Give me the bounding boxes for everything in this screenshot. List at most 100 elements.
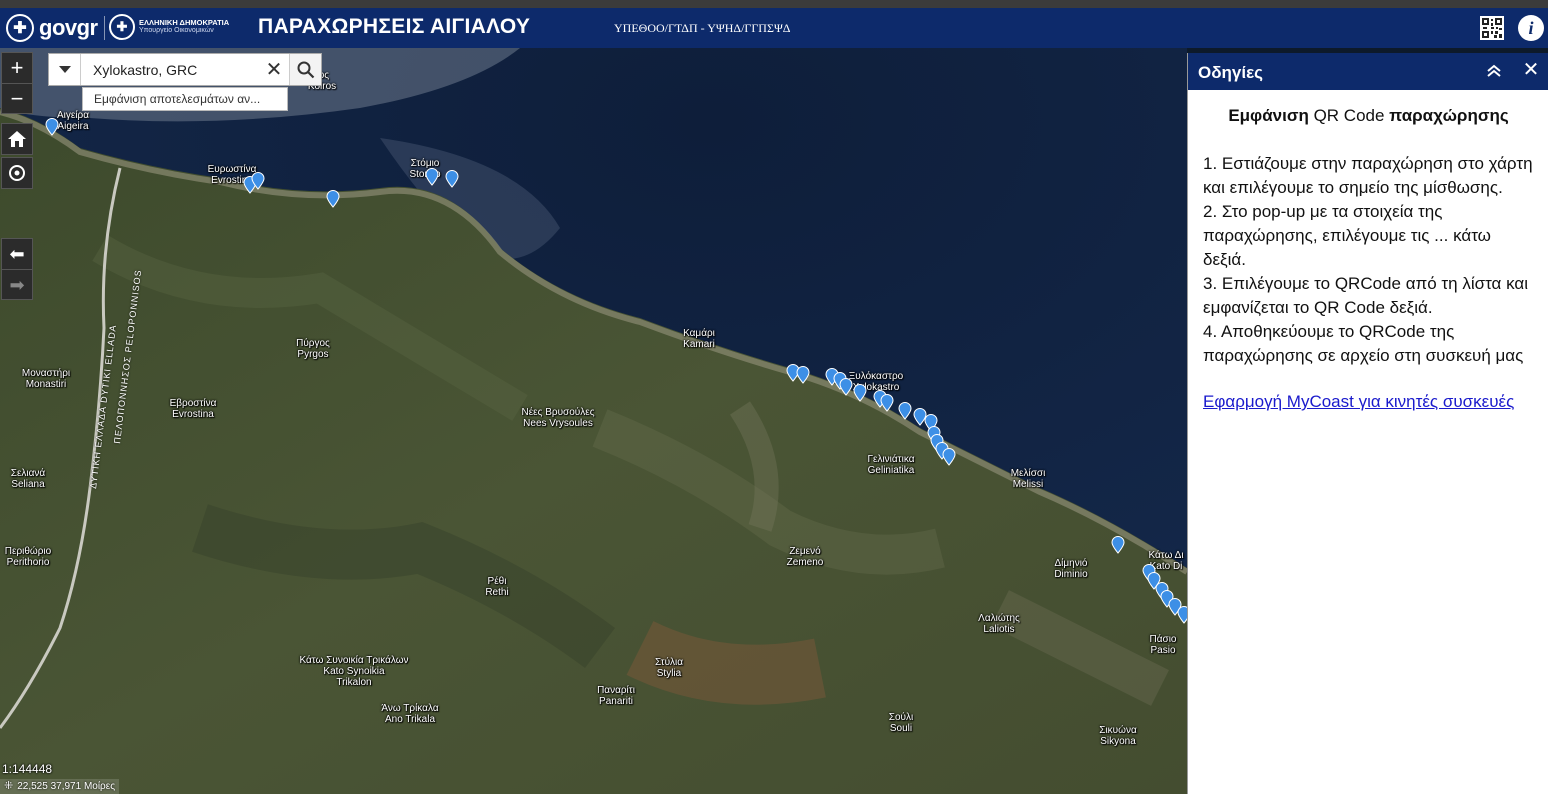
- next-extent-button[interactable]: ➡: [2, 269, 32, 299]
- place-label: Ρέθι Rethi: [485, 576, 509, 598]
- heading-part-c: παραχώρησης: [1384, 106, 1509, 125]
- map-pin-icon: [880, 394, 894, 412]
- info-button[interactable]: i: [1518, 15, 1544, 41]
- clear-search-button[interactable]: ✕: [259, 54, 289, 85]
- ministry-emblem-icon: ✚: [109, 14, 135, 40]
- place-label: Παναρίτι Panariti: [597, 685, 635, 707]
- concession-pin[interactable]: [251, 172, 265, 190]
- app-subtitle: ΥΠΕΘΟΟ/ΓΤΔΠ - ΥΨΗΔ/ΓΓΠΣΨΔ: [614, 21, 791, 35]
- qr-code-icon: [1482, 18, 1502, 38]
- search-button[interactable]: [289, 54, 321, 85]
- search-input[interactable]: [81, 54, 259, 85]
- instruction-step: 3. Επιλέγουμε το QRCode από τη λίστα και…: [1203, 274, 1529, 317]
- map-pin-icon: [425, 168, 439, 186]
- ministry-subname: Υπουργείο Οικονομικών: [139, 27, 214, 35]
- close-panel-button[interactable]: ✕: [1521, 59, 1541, 81]
- greek-cross-icon: ✚: [6, 14, 34, 42]
- heading-part-a: Εμφάνιση: [1228, 106, 1314, 125]
- crosshair-icon: ⁜: [4, 780, 14, 792]
- panel-header: Οδηγίες ✕: [1188, 53, 1548, 90]
- place-label: Άνω Τρίκαλα Ano Trikala: [381, 703, 439, 725]
- locate-control: [1, 157, 33, 189]
- govgr-brand: govgr: [39, 15, 98, 40]
- header-divider: [104, 16, 105, 40]
- map-pin-icon: [326, 190, 340, 208]
- concession-pin[interactable]: [898, 402, 912, 420]
- home-control: [1, 123, 33, 155]
- place-label: Λαλιώτης Laliotis: [978, 613, 1020, 635]
- search-suggestion[interactable]: Εμφάνιση αποτελεσμάτων αν...: [82, 87, 288, 111]
- map-pin-icon: [853, 384, 867, 402]
- place-label: Κάτω Συνοικία Τρικάλων Kato Synoikia Tri…: [299, 655, 409, 688]
- instruction-step: 1. Εστιάζουμε στην παραχώρηση στο χάρτη …: [1203, 154, 1533, 197]
- search-icon: [297, 61, 314, 78]
- qr-code-button[interactable]: [1480, 16, 1504, 40]
- concession-pin[interactable]: [839, 378, 853, 396]
- map-pin-icon: [942, 448, 956, 466]
- place-label: Μοναστήρι Monastiri: [21, 368, 71, 390]
- previous-extent-button[interactable]: ⬅: [2, 239, 32, 269]
- history-controls: ⬅ ➡: [1, 238, 33, 300]
- zoom-in-button[interactable]: +: [2, 53, 32, 83]
- concession-pin[interactable]: [1111, 536, 1125, 554]
- place-label: Περιθώριο Perithorio: [4, 546, 52, 568]
- search-widget: ✕: [48, 53, 322, 86]
- place-label: Μελίσσι Melissi: [1010, 468, 1046, 490]
- concession-pin[interactable]: [445, 170, 459, 188]
- concession-pin[interactable]: [880, 394, 894, 412]
- place-label: Εβροστίνα Evrostina: [169, 398, 217, 420]
- place-label: Καμάρι Kamari: [683, 328, 715, 350]
- concession-pin[interactable]: [326, 190, 340, 208]
- scale-ratio: 1:144448: [2, 762, 53, 776]
- map-view[interactable]: Αιγείρα Aigeira Ευρωστίνα Evrostina Στόμιο…: [0, 48, 1187, 794]
- coordinate-text: 22,525 37,971 Μοίρες: [17, 781, 116, 792]
- app-header: ✚ govgr ✚ ΕΛΛΗΝΙΚΗ ΔΗΜΟΚΡΑΤΙΑ Υπουργείο …: [0, 8, 1548, 48]
- concession-pin[interactable]: [425, 168, 439, 186]
- place-label: Πύργος Pyrgos: [296, 338, 330, 360]
- place-label: Δίμηνιό Diminio: [1054, 558, 1088, 580]
- map-pin-icon: [251, 172, 265, 190]
- concession-pin[interactable]: [1177, 606, 1187, 624]
- search-source-dropdown[interactable]: [49, 54, 81, 85]
- panel-heading: Εμφάνιση QR Code παραχώρησης: [1203, 106, 1534, 126]
- map-pin-icon: [445, 170, 459, 188]
- map-pin-icon: [1177, 606, 1187, 624]
- zoom-out-button[interactable]: −: [2, 83, 32, 113]
- map-pin-icon: [45, 118, 59, 136]
- locate-button[interactable]: [2, 158, 32, 188]
- mycoast-app-link[interactable]: Εφαρμογή MyCoast για κινητές συσκευές: [1203, 390, 1534, 414]
- ministry-logo[interactable]: ✚ ΕΛΛΗΝΙΚΗ ΔΗΜΟΚΡΑΤΙΑ Υπουργείο Οικονομι…: [109, 14, 229, 40]
- instruction-step: 2. Στο pop-up με τα στοιχεία της παραχώρ…: [1203, 202, 1491, 269]
- place-label: Σούλι Souli: [888, 712, 914, 734]
- instruction-step: 4. Αποθηκεύουμε το QRCode της παραχώρηση…: [1203, 322, 1524, 365]
- place-label: Νέες Βρυσούλες Nees Vrysoules: [521, 407, 595, 429]
- collapse-panel-button[interactable]: [1484, 61, 1504, 81]
- panel-title: Οδηγίες: [1198, 63, 1264, 82]
- browser-chrome-strip: [0, 0, 1548, 8]
- coordinate-readout: ⁜ 22,525 37,971 Μοίρες: [0, 779, 120, 794]
- place-label: Ζεμενό Zemeno: [786, 546, 824, 568]
- map-pin-icon: [898, 402, 912, 420]
- place-label: Στύλια Stylia: [654, 657, 684, 679]
- place-label: Σικυώνα Sikyona: [1099, 725, 1137, 747]
- locate-icon: [9, 165, 25, 181]
- double-chevron-up-icon: [1487, 64, 1501, 77]
- place-label: Αιγείρα Aigeira: [56, 110, 90, 132]
- instructions-panel: Οδηγίες ✕ Εμφάνιση QR Code παραχώρησης 1…: [1187, 53, 1548, 794]
- map-pin-icon: [796, 366, 810, 384]
- map-pin-icon: [839, 378, 853, 396]
- concession-pin[interactable]: [942, 448, 956, 466]
- home-button[interactable]: [2, 124, 32, 154]
- map-pin-icon: [1111, 536, 1125, 554]
- place-label: Γελινιάτικα Geliniatika: [867, 454, 915, 476]
- concession-pin[interactable]: [853, 384, 867, 402]
- app-title: ΠΑΡΑΧΩΡΗΣΕΙΣ ΑΙΓΙΑΛΟΥ: [258, 15, 531, 38]
- heading-part-b: QR Code: [1313, 106, 1385, 125]
- concession-pin[interactable]: [796, 366, 810, 384]
- concession-pin[interactable]: [45, 118, 59, 136]
- govgr-logo[interactable]: ✚ govgr: [6, 14, 98, 42]
- ministry-text: ΕΛΛΗΝΙΚΗ ΔΗΜΟΚΡΑΤΙΑ Υπουργείο Οικονομικώ…: [139, 18, 229, 35]
- app-root: ✚ govgr ✚ ΕΛΛΗΝΙΚΗ ΔΗΜΟΚΡΑΤΙΑ Υπουργείο …: [0, 0, 1548, 794]
- zoom-controls: + −: [1, 52, 33, 114]
- panel-body: Εμφάνιση QR Code παραχώρησης 1. Εστιάζου…: [1188, 90, 1548, 414]
